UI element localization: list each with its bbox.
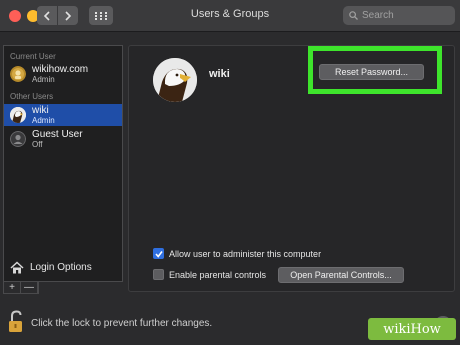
lock-instruction: Click the lock to prevent further change…: [31, 318, 213, 329]
allow-admin-checkbox[interactable]: [153, 248, 164, 259]
wiki-user-name: wiki: [32, 105, 49, 116]
title-bar: Users & Groups Search: [0, 0, 460, 32]
guest-avatar: [10, 131, 26, 147]
unlocked-padlock-icon: [9, 310, 22, 332]
current-user-heading: Current User: [10, 52, 56, 61]
show-all-button[interactable]: [89, 6, 113, 25]
parental-controls-label: Enable parental controls: [169, 269, 267, 280]
search-placeholder: Search: [362, 10, 394, 21]
remove-user-button[interactable]: —: [21, 282, 38, 293]
user-row-guest[interactable]: Guest User Off: [4, 128, 122, 150]
reset-password-button[interactable]: Reset Password...: [319, 64, 424, 80]
allow-admin-label: Allow user to administer this computer: [169, 248, 322, 259]
current-user-avatar: [10, 66, 26, 82]
close-window-button[interactable]: [9, 10, 21, 22]
eagle-avatar-icon: [10, 107, 26, 123]
wiki-avatar: [10, 107, 26, 123]
lock-button[interactable]: [8, 310, 24, 334]
wikihow-avatar-icon: [10, 66, 26, 82]
back-button[interactable]: [37, 6, 57, 25]
parental-controls-checkbox[interactable]: [153, 269, 164, 280]
parental-controls-row[interactable]: Enable parental controls: [153, 269, 266, 280]
user-picture[interactable]: [153, 58, 197, 102]
guest-user-role: Off: [32, 140, 43, 149]
guest-user-name: Guest User: [32, 129, 83, 140]
checkmark-icon: [154, 250, 163, 258]
wiki-user-role: Admin: [32, 116, 55, 125]
search-input[interactable]: Search: [343, 6, 455, 25]
login-options-label: Login Options: [30, 261, 92, 273]
forward-button[interactable]: [58, 6, 78, 25]
wikihow-watermark: wikiHow: [368, 318, 456, 340]
add-remove-controls: + —: [3, 282, 39, 294]
open-parental-controls-button[interactable]: Open Parental Controls...: [278, 267, 404, 283]
person-silhouette-icon: [10, 131, 26, 147]
search-icon: [349, 11, 358, 20]
login-options-row[interactable]: Login Options: [4, 256, 122, 278]
chevron-left-icon: [43, 10, 50, 21]
current-user-role: Admin: [32, 75, 55, 84]
other-users-heading: Other Users: [10, 92, 54, 101]
user-detail-panel: wiki Reset Password... Allow user to adm…: [128, 45, 455, 292]
user-row-wiki[interactable]: wiki Admin: [4, 104, 122, 126]
selected-user-name: wiki: [209, 68, 230, 80]
allow-admin-row[interactable]: Allow user to administer this computer: [153, 248, 321, 259]
eagle-avatar-icon: [153, 58, 197, 102]
add-user-button[interactable]: +: [4, 282, 21, 293]
grid-icon: [95, 11, 107, 20]
users-sidebar: Current User wikihow.com Admin Other Use…: [3, 45, 123, 282]
window-title: Users & Groups: [190, 8, 270, 20]
user-row-current[interactable]: wikihow.com Admin: [4, 63, 122, 85]
house-icon: [10, 260, 24, 273]
chevron-right-icon: [65, 10, 72, 21]
current-user-name: wikihow.com: [32, 64, 89, 75]
